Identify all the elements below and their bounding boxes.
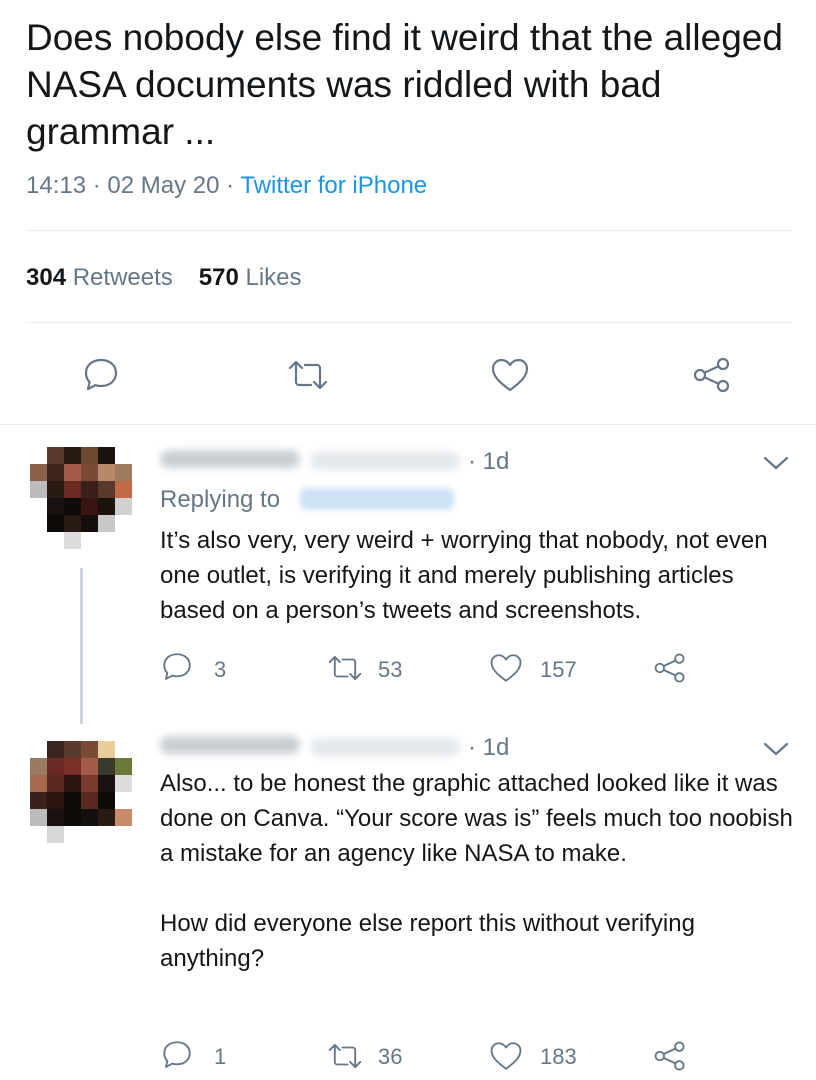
share-icon <box>693 357 730 393</box>
retweet-icon <box>328 1044 362 1068</box>
retweets-count: 304 <box>26 264 67 291</box>
likes-count: 570 <box>198 264 239 291</box>
divider <box>0 424 816 425</box>
divider <box>26 322 792 323</box>
share-button[interactable] <box>652 1039 688 1078</box>
retweet-icon <box>288 360 328 390</box>
tweet-date: 02 May 20 <box>107 172 220 199</box>
tweet-meta: 14:13 · 02 May 20 · Twitter for iPhone <box>26 172 427 200</box>
likes-label: Likes <box>245 264 302 291</box>
redacted-username[interactable] <box>160 450 300 468</box>
like-button[interactable] <box>488 1039 524 1078</box>
divider <box>26 230 792 231</box>
reply-button[interactable] <box>160 650 194 689</box>
reply-text: Also... to be honest the graphic attache… <box>160 766 800 976</box>
heart-icon <box>491 358 529 392</box>
thread-line <box>80 568 83 724</box>
meta-separator: · <box>226 172 235 199</box>
likes-stat[interactable]: 570 Likes <box>199 264 302 291</box>
reply-text: It’s also very, very weird + worrying th… <box>160 527 768 624</box>
avatar[interactable] <box>30 741 132 843</box>
share-icon <box>654 653 685 683</box>
share-button[interactable] <box>691 355 733 400</box>
reply-paragraph: Also... to be honest the graphic attache… <box>160 770 793 867</box>
meta-separator: · <box>92 172 101 199</box>
reply-time[interactable]: · 1d <box>468 734 509 762</box>
reply-button[interactable] <box>160 1038 194 1077</box>
reply-paragraph: How did everyone else report this withou… <box>160 910 695 972</box>
reply-count: 3 <box>214 657 227 682</box>
like-button[interactable] <box>488 651 524 690</box>
retweet-button[interactable] <box>326 651 364 690</box>
avatar[interactable] <box>30 447 132 549</box>
heart-icon <box>490 654 522 682</box>
redacted-handle[interactable] <box>310 452 460 470</box>
replying-to-label: Replying to <box>160 486 281 513</box>
reply-count: 1 <box>214 1044 227 1069</box>
reply-icon <box>163 1041 191 1068</box>
reply-icon <box>84 358 118 391</box>
more-button[interactable] <box>762 740 790 763</box>
reply-icon <box>163 653 191 680</box>
retweet-icon <box>328 656 362 680</box>
tweet-time: 14:13 <box>26 172 87 199</box>
like-count: 183 <box>540 1044 577 1069</box>
retweets-label: Retweets <box>72 264 173 291</box>
redacted-username[interactable] <box>160 736 300 754</box>
reply-time[interactable]: · 1d <box>468 448 509 476</box>
reply-button[interactable] <box>81 355 121 400</box>
tweet-stats: 304 Retweets 570 Likes <box>26 264 302 292</box>
tweet-text: Does nobody else find it weird that the … <box>26 17 783 152</box>
more-button[interactable] <box>762 454 790 477</box>
heart-icon <box>490 1042 522 1070</box>
redacted-handle[interactable] <box>310 738 460 756</box>
chevron-down-icon <box>763 456 789 470</box>
tweet-source-link[interactable]: Twitter for iPhone <box>240 172 427 199</box>
like-count: 157 <box>540 657 577 682</box>
retweet-button[interactable] <box>326 1039 364 1078</box>
redacted-replying-handle[interactable] <box>300 488 454 510</box>
retweet-button[interactable] <box>286 355 330 400</box>
chevron-down-icon <box>763 742 789 756</box>
share-button[interactable] <box>652 651 688 690</box>
retweets-stat[interactable]: 304 Retweets <box>26 264 173 291</box>
retweet-count: 36 <box>378 1044 403 1069</box>
share-icon <box>654 1041 685 1071</box>
like-button[interactable] <box>489 355 531 400</box>
retweet-count: 53 <box>378 657 403 682</box>
